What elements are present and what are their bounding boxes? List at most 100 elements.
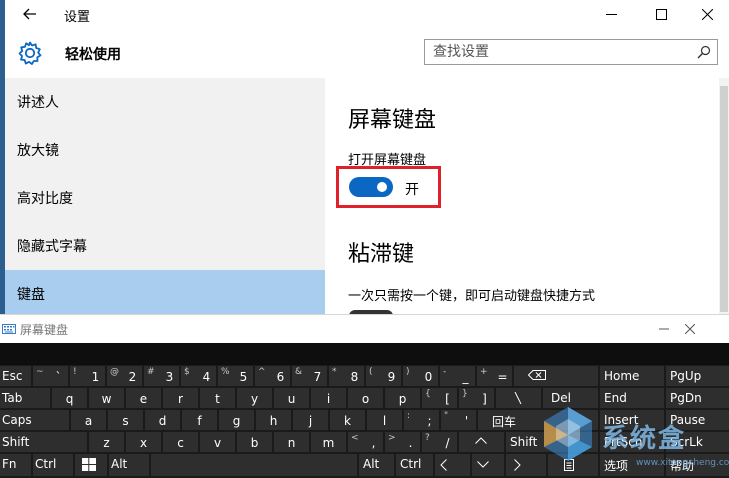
key-fn[interactable]: Fn (0, 454, 31, 476)
sidebar-item-label: 讲述人 (17, 95, 59, 111)
key-up[interactable] (459, 432, 504, 452)
key-left-bracket[interactable]: {[ (422, 388, 457, 408)
sidebar-item-high-contrast[interactable]: 高对比度 (5, 174, 325, 222)
key-v[interactable]: v (200, 432, 235, 452)
key-period[interactable]: >. (385, 432, 420, 452)
key-3[interactable]: #3 (144, 366, 179, 386)
key-left[interactable] (435, 454, 470, 476)
key-7[interactable]: & 7 (292, 366, 327, 386)
key-pgup[interactable]: PgUp (666, 366, 729, 386)
key-home[interactable]: Home (600, 366, 664, 386)
sidebar-item-magnifier[interactable]: 放大镜 (5, 126, 325, 174)
osk-toggle[interactable] (349, 177, 393, 197)
key-j[interactable]: j (293, 410, 328, 430)
key-backslash[interactable] (496, 388, 541, 408)
key-d[interactable]: d (145, 410, 180, 430)
key-9[interactable]: (9 (366, 366, 401, 386)
close-button[interactable] (684, 1, 729, 27)
key-o[interactable]: o (348, 388, 383, 408)
key-shift-left[interactable]: Shift (0, 432, 87, 452)
key-down[interactable] (472, 454, 504, 476)
key-pgdn[interactable]: PgDn (666, 388, 729, 408)
key-equals[interactable]: + = (477, 366, 512, 386)
settings-window: 设置 轻松使用 讲述人 放大镜 高对比度 隐藏式 (0, 0, 729, 314)
arrow-left-icon (440, 459, 447, 471)
key-n[interactable]: n (274, 432, 309, 452)
key-r[interactable]: r (163, 388, 198, 408)
osk-close-button[interactable] (680, 320, 700, 338)
key-end[interactable]: End (600, 388, 664, 408)
sidebar-item-closed-captions[interactable]: 隐藏式字幕 (5, 222, 325, 270)
key-2[interactable]: @2 (107, 366, 142, 386)
arrow-right-icon (514, 459, 521, 471)
search-box[interactable] (424, 39, 718, 65)
search-icon[interactable] (697, 45, 711, 59)
key-m[interactable]: m (311, 432, 346, 452)
key-caps[interactable]: Caps (0, 410, 69, 430)
key-semicolon[interactable]: :; (404, 410, 439, 430)
key-h[interactable]: h (256, 410, 291, 430)
key-right-bracket[interactable]: }] (459, 388, 494, 408)
key-alt-right[interactable]: Alt (359, 454, 394, 476)
osk-minimize-button[interactable] (654, 320, 674, 338)
key-g[interactable]: g (219, 410, 254, 430)
key-c[interactable]: c (163, 432, 198, 452)
key-esc[interactable]: Esc (0, 366, 31, 386)
key-8[interactable]: * 8 (329, 366, 364, 386)
key-quote[interactable]: " ' (441, 410, 476, 430)
gear-icon (18, 41, 42, 65)
key-backspace[interactable] (514, 366, 598, 386)
key-ctrl-right[interactable]: Ctrl (396, 454, 433, 476)
key-minus[interactable]: - _ (440, 366, 475, 386)
key-b[interactable]: b (237, 432, 272, 452)
toggle-knob (377, 182, 387, 192)
sidebar: 讲述人 放大镜 高对比度 隐藏式字幕 键盘 (5, 78, 325, 314)
settings-header: 轻松使用 (5, 28, 729, 78)
sidebar-item-narrator[interactable]: 讲述人 (5, 78, 325, 126)
key-s[interactable]: s (108, 410, 143, 430)
key-f[interactable]: f (182, 410, 217, 430)
minimize-icon (659, 328, 669, 330)
sidebar-item-label: 键盘 (17, 287, 45, 303)
back-button[interactable] (19, 3, 41, 25)
search-input[interactable] (433, 43, 683, 61)
scrollbar-thumb[interactable] (720, 86, 728, 312)
osk-toggle-state: 开 (405, 182, 419, 198)
key-4[interactable]: $4 (181, 366, 216, 386)
key-y[interactable]: y (237, 388, 272, 408)
key-p[interactable]: p (385, 388, 420, 408)
key-ctrl-left[interactable]: Ctrl (33, 454, 73, 476)
key-alt-left[interactable]: Alt (109, 454, 149, 476)
key-k[interactable]: k (330, 410, 365, 430)
maximize-button[interactable] (638, 1, 684, 27)
key-u[interactable]: u (274, 388, 309, 408)
osk-prediction-bar (0, 343, 729, 365)
key-t[interactable]: t (200, 388, 235, 408)
sidebar-item-keyboard[interactable]: 键盘 (5, 270, 325, 314)
key-0[interactable]: ) 0 (403, 366, 438, 386)
key-tilde[interactable]: ~ ` (33, 366, 68, 386)
key-x[interactable]: x (126, 432, 161, 452)
key-tab[interactable]: Tab (0, 388, 50, 408)
scrollbar[interactable] (719, 78, 729, 314)
key-e[interactable]: e (126, 388, 161, 408)
windows-icon (82, 458, 96, 471)
key-w[interactable]: w (89, 388, 124, 408)
key-5[interactable]: % 5 (218, 366, 253, 386)
key-l[interactable]: l (367, 410, 402, 430)
key-q[interactable]: q (52, 388, 87, 408)
key-1[interactable]: ! 1 (70, 366, 105, 386)
close-icon (701, 8, 713, 20)
sticky-keys-heading: 粘滞键 (348, 242, 415, 267)
key-6[interactable]: ^ 6 (255, 366, 290, 386)
key-comma[interactable]: <, (348, 432, 383, 452)
key-space[interactable] (151, 454, 357, 476)
key-a[interactable]: a (71, 410, 106, 430)
back-arrow-icon (23, 8, 36, 20)
key-i[interactable]: i (311, 388, 346, 408)
key-slash[interactable]: ? / (422, 432, 457, 452)
key-z[interactable]: z (89, 432, 124, 452)
key-windows[interactable] (75, 454, 107, 476)
backspace-icon (528, 370, 546, 380)
minimize-button[interactable] (588, 1, 634, 27)
